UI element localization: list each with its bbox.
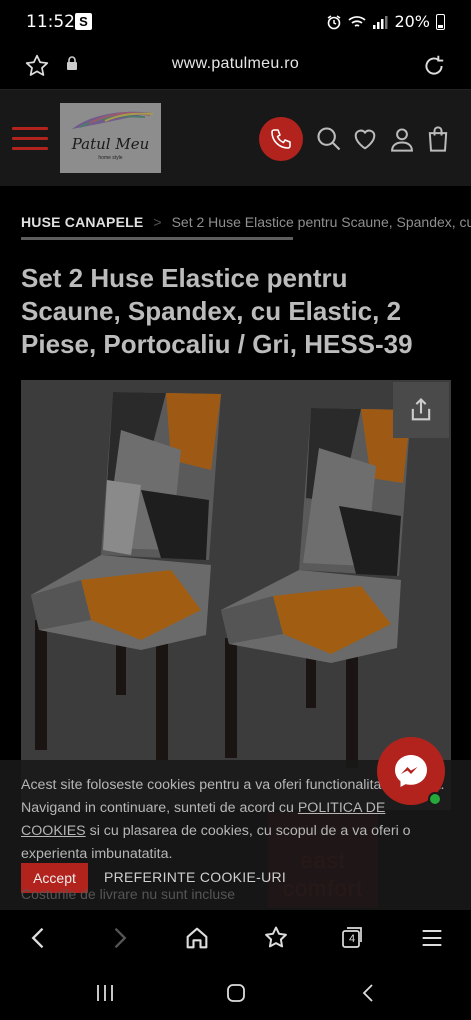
status-bar: 11:52 S 20% <box>0 0 471 44</box>
system-home-icon[interactable] <box>224 981 248 1005</box>
status-right: 20% <box>326 12 445 31</box>
search-icon[interactable] <box>315 125 343 153</box>
logo-text: Patul Meu <box>71 135 150 153</box>
tabs-button[interactable]: 4 <box>340 924 366 950</box>
product-title: Set 2 Huse Elastice pentru Scaune, Spand… <box>21 263 413 359</box>
system-navigation-bar <box>0 966 471 1020</box>
browser-url-bar: www.patulmeu.ro <box>0 44 471 90</box>
status-time: 11:52 <box>26 12 75 32</box>
online-status-dot <box>428 792 442 806</box>
messenger-icon <box>395 755 427 787</box>
battery-percent: 20% <box>394 12 430 31</box>
tab-count: 4 <box>348 933 356 945</box>
phone-button[interactable] <box>259 117 303 161</box>
battery-icon <box>436 13 445 30</box>
site-logo[interactable]: Patul Meu home style <box>60 103 161 173</box>
browser-toolbar: 4 <box>0 910 471 966</box>
menu-icon[interactable] <box>12 127 48 151</box>
share-button[interactable] <box>393 382 449 438</box>
cart-icon[interactable] <box>424 125 452 153</box>
recent-apps-icon[interactable] <box>93 981 117 1005</box>
reload-icon[interactable] <box>421 53 447 79</box>
bookmarks-icon[interactable] <box>262 924 290 952</box>
url-text[interactable]: www.patulmeu.ro <box>0 55 471 73</box>
home-icon[interactable] <box>183 924 211 952</box>
phone-icon <box>271 129 291 149</box>
forward-icon[interactable] <box>105 924 133 952</box>
cookie-preferences-link[interactable]: PREFERINTE COOKIE-URI <box>104 869 286 885</box>
signal-icon <box>373 15 388 29</box>
app-badge: S <box>75 13 92 30</box>
breadcrumb-category[interactable]: HUSE CANAPELE <box>21 214 143 230</box>
back-icon[interactable] <box>25 924 53 952</box>
alarm-icon <box>328 14 341 29</box>
share-icon <box>411 398 431 421</box>
system-back-icon[interactable] <box>357 981 381 1005</box>
user-icon[interactable] <box>388 125 416 153</box>
menu-more-icon[interactable] <box>418 924 446 952</box>
breadcrumb-separator-icon: > <box>153 214 162 230</box>
heart-icon[interactable] <box>351 125 379 153</box>
breadcrumb-scroll-indicator <box>21 237 293 240</box>
site-header: Patul Meu home style <box>0 90 471 186</box>
breadcrumb-current: Set 2 Huse Elastice pentru Scaune, Spand… <box>171 214 471 230</box>
logo-subtext: home style <box>98 155 123 161</box>
wifi-icon <box>348 15 367 27</box>
shipping-note: Costurile de livrare nu sunt incluse <box>21 886 235 902</box>
